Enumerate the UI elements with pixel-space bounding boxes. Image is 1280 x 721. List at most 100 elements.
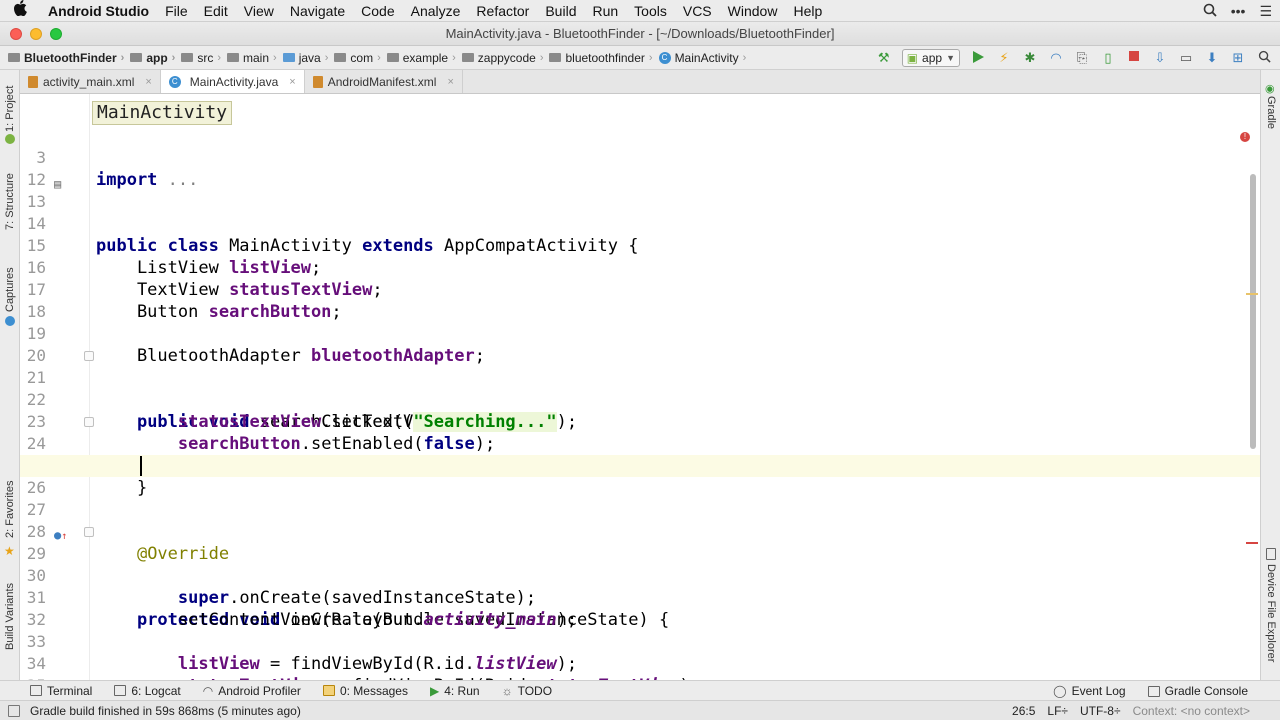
line-separator[interactable]: LF÷ <box>1047 704 1068 718</box>
dots-icon[interactable]: ••• <box>1231 3 1246 19</box>
menu-analyze[interactable]: Analyze <box>403 3 469 19</box>
tool-event-log[interactable]: ◯ Event Log <box>1053 684 1125 698</box>
chevron-right-icon: › <box>539 51 544 64</box>
tool-todo[interactable]: ☼ TODO <box>502 684 552 698</box>
sdk-manager-icon[interactable]: ⬇ <box>1204 50 1220 66</box>
vertical-scrollbar[interactable] <box>1250 174 1256 449</box>
fold-toggle[interactable] <box>84 417 94 427</box>
tool-label: Event Log <box>1071 684 1126 698</box>
menu-android-studio[interactable]: Android Studio <box>40 3 157 19</box>
menu-window[interactable]: Window <box>720 3 786 19</box>
menu-vcs[interactable]: VCS <box>675 3 720 19</box>
main-toolbar: ⚒ ▣ app ▼ ⚡ ✱ ◠ ⎘ ▯ ⇩ ▭ ⬇ ⊞ <box>876 46 1272 70</box>
folder-icon <box>549 53 562 62</box>
tool-run[interactable]: ▶ 4: Run <box>430 684 480 698</box>
breadcrumb-src[interactable]: src › <box>181 51 225 65</box>
breadcrumb-main[interactable]: main › <box>227 51 281 65</box>
code-editor[interactable]: MainActivity 3 import ... 12 13 ▤ public… <box>20 94 1260 680</box>
close-window-button[interactable] <box>10 28 22 40</box>
spotlight-search-icon[interactable] <box>1203 3 1217 20</box>
tool-tab-label: 2: Favorites <box>4 480 16 538</box>
navigation-bar: BluetoothFinder › app › src › main › java › c… <box>0 46 1280 70</box>
apply-changes-icon[interactable]: ⚡ <box>996 50 1012 66</box>
code-line-current: 26 <box>20 455 1260 497</box>
file-encoding[interactable]: UTF-8÷ <box>1080 704 1121 718</box>
chevron-down-icon: ▼ <box>946 53 955 63</box>
folder-icon <box>282 53 295 62</box>
warning-stripe[interactable] <box>1246 293 1258 295</box>
breadcrumb-java[interactable]: java › <box>282 50 333 65</box>
tool-label: 4: Run <box>444 683 480 698</box>
fold-toggle[interactable] <box>84 527 94 537</box>
project-structure-icon[interactable]: ⊞ <box>1230 50 1246 66</box>
status-right: 26:5 LF÷ UTF-8÷ Context: <no context> <box>1012 701 1250 721</box>
avd-manager-icon[interactable]: ▭ <box>1178 50 1194 66</box>
breadcrumb-label: zappycode <box>477 50 536 65</box>
menu-tools[interactable]: Tools <box>626 3 675 19</box>
zoom-window-button[interactable] <box>50 28 62 40</box>
code-line: 22 statusTextView.setText("Searching..."… <box>20 367 1260 432</box>
breadcrumb-mainactivity[interactable]: C MainActivity › <box>658 51 751 65</box>
macos-menu-bar: Android Studio File Edit View Navigate C… <box>0 0 1280 22</box>
breadcrumb-project[interactable]: BluetoothFinder › <box>8 51 128 65</box>
status-message[interactable]: Gradle build finished in 59s 868ms (5 mi… <box>30 704 301 718</box>
tool-logcat[interactable]: 6: Logcat <box>114 684 181 698</box>
stop-icon[interactable] <box>1126 50 1142 66</box>
attach-debugger-icon[interactable]: ⎘ <box>1074 50 1090 66</box>
code-line: 15 ListView listView; <box>20 213 1260 278</box>
tab-activity-main-xml[interactable]: activity_main.xml × <box>20 70 161 93</box>
close-icon[interactable]: × <box>145 76 151 88</box>
star-icon: ★ <box>4 544 15 558</box>
breadcrumb-app[interactable]: app › <box>130 51 179 65</box>
menu-view[interactable]: View <box>236 3 282 19</box>
run-config-select[interactable]: ▣ app ▼ <box>901 49 960 67</box>
tab-mainactivity-java[interactable]: C MainActivity.java × <box>160 70 305 93</box>
tool-gradle-console[interactable]: Gradle Console <box>1147 684 1248 698</box>
caret-position[interactable]: 26:5 <box>1012 704 1035 718</box>
breadcrumb-zappycode[interactable]: zappycode › <box>461 50 548 65</box>
context-indicator[interactable]: Context: <no context> <box>1133 704 1250 718</box>
sync-gradle-icon[interactable]: ⇩ <box>1152 50 1168 66</box>
breadcrumb-label: java <box>298 50 321 65</box>
breadcrumb-com[interactable]: com › <box>334 51 384 65</box>
profiler-icon[interactable]: ◠ <box>1048 50 1064 66</box>
debug-bug-icon[interactable]: ✱ <box>1022 50 1038 66</box>
menu-help[interactable]: Help <box>785 3 830 19</box>
code-line: 32 <box>20 587 1260 629</box>
messages-icon <box>322 685 335 696</box>
tool-messages[interactable]: 0: Messages <box>322 684 408 698</box>
menu-navigate[interactable]: Navigate <box>282 3 353 19</box>
breadcrumb-bluetoothfinder[interactable]: bluetoothfinder › <box>549 51 656 65</box>
minimize-window-button[interactable] <box>30 28 42 40</box>
menu-file[interactable]: File <box>157 3 196 19</box>
class-icon: C <box>168 75 181 88</box>
run-play-icon[interactable] <box>970 50 986 66</box>
android-icon: ▣ <box>906 51 919 65</box>
search-everywhere-icon[interactable] <box>1256 50 1272 66</box>
build-hammer-icon[interactable]: ⚒ <box>876 50 892 66</box>
list-menu-icon[interactable]: ☰ <box>1259 3 1272 20</box>
tool-android-profiler[interactable]: ◠ Android Profiler <box>203 684 301 698</box>
close-icon[interactable]: × <box>447 76 453 88</box>
error-stripe[interactable] <box>1246 542 1258 544</box>
terminal-icon <box>30 685 42 696</box>
fold-toggle[interactable] <box>84 351 94 361</box>
menu-code[interactable]: Code <box>353 3 402 19</box>
xml-file-icon <box>28 75 38 88</box>
menu-refactor[interactable]: Refactor <box>468 3 537 19</box>
tool-label: TODO <box>517 683 553 698</box>
apple-icon[interactable] <box>0 0 40 21</box>
tool-terminal[interactable]: Terminal <box>30 684 92 698</box>
error-indicator-icon[interactable]: ! <box>1240 132 1250 142</box>
menu-build[interactable]: Build <box>537 3 584 19</box>
breadcrumb-example[interactable]: example › <box>386 51 460 65</box>
tab-androidmanifest-xml[interactable]: AndroidManifest.xml × <box>305 70 463 93</box>
code-line: 34 statusTextView = findViewById(R.id.st… <box>20 631 1260 680</box>
toggle-tool-windows-icon[interactable] <box>8 705 20 717</box>
close-icon[interactable]: × <box>289 76 295 88</box>
menu-run[interactable]: Run <box>584 3 626 19</box>
todo-icon: ☼ <box>501 683 513 698</box>
coverage-icon[interactable]: ▯ <box>1100 50 1116 66</box>
tool-label: Gradle Console <box>1164 684 1248 698</box>
menu-edit[interactable]: Edit <box>196 3 236 19</box>
